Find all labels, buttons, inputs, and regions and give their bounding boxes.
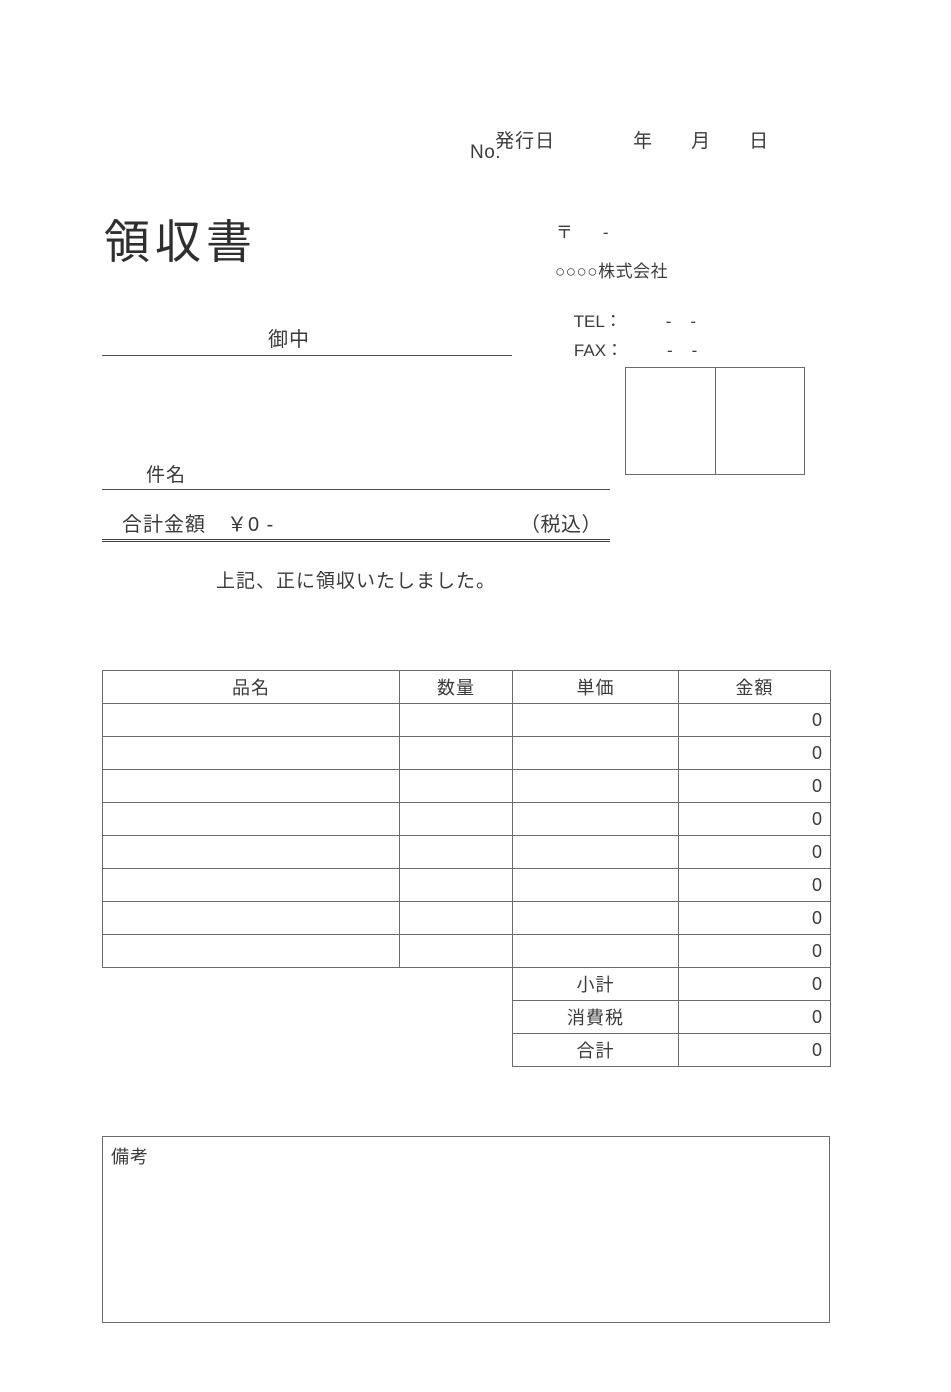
table-row: 0 bbox=[102, 835, 831, 869]
spacer-cell bbox=[400, 1001, 513, 1034]
table-row: 0 bbox=[102, 736, 831, 770]
cell-item-name[interactable] bbox=[102, 934, 400, 968]
cell-item-name[interactable] bbox=[102, 901, 400, 935]
subject-field[interactable]: 件名 bbox=[102, 455, 610, 490]
cell-item-price[interactable] bbox=[512, 934, 679, 968]
table-row: 0 bbox=[102, 769, 831, 803]
column-header-amount: 金額 bbox=[678, 670, 831, 704]
cell-item-price[interactable] bbox=[512, 868, 679, 902]
summary-row-total: 合計 0 bbox=[103, 1033, 831, 1067]
month-label: 月 bbox=[691, 131, 712, 152]
cell-item-qty[interactable] bbox=[399, 835, 513, 869]
stamp-cell-left[interactable] bbox=[626, 368, 715, 474]
summary-label-total: 合計 bbox=[512, 1033, 679, 1067]
tax-inclusive-note: （税込） bbox=[520, 514, 602, 536]
page-title: 領収書 bbox=[104, 216, 257, 268]
postal-mark-icon: 〒 bbox=[555, 223, 573, 242]
cell-item-amount: 0 bbox=[678, 703, 831, 737]
addressee-field[interactable]: 御中 bbox=[102, 318, 512, 356]
table-row: 0 bbox=[102, 901, 831, 935]
total-amount-label: 合計金額 bbox=[122, 514, 206, 536]
table-row: 0 bbox=[102, 802, 831, 836]
cell-item-name[interactable] bbox=[102, 769, 400, 803]
total-amount-value: ￥0 - bbox=[227, 514, 275, 536]
year-label: 年 bbox=[633, 131, 654, 152]
column-header-price: 単価 bbox=[512, 670, 679, 704]
subject-label: 件名 bbox=[146, 465, 187, 486]
cell-item-amount: 0 bbox=[678, 736, 831, 770]
spacer-cell bbox=[400, 968, 513, 1001]
cell-item-amount: 0 bbox=[678, 868, 831, 902]
summary-amount-subtotal: 0 bbox=[678, 967, 831, 1001]
summary-amount-tax: 0 bbox=[678, 1000, 831, 1034]
stamp-box bbox=[625, 367, 805, 475]
postal-separator: - bbox=[602, 223, 609, 242]
day-label: 日 bbox=[749, 131, 770, 152]
total-amount-label-value: 合計金額 ￥0 - bbox=[122, 508, 274, 537]
remarks-box[interactable]: 備考 bbox=[102, 1136, 830, 1323]
column-header-name: 品名 bbox=[102, 670, 400, 704]
stamp-cell-right[interactable] bbox=[715, 368, 804, 474]
cell-item-price[interactable] bbox=[512, 736, 679, 770]
cell-item-name[interactable] bbox=[102, 868, 400, 902]
spacer-cell bbox=[103, 1034, 400, 1067]
table-row: 0 bbox=[102, 868, 831, 902]
cell-item-price[interactable] bbox=[512, 901, 679, 935]
summary-row-tax: 消費税 0 bbox=[103, 1000, 831, 1034]
spacer-cell bbox=[400, 1034, 513, 1067]
issue-date-label: 発行日 bbox=[495, 131, 556, 152]
cell-item-amount: 0 bbox=[678, 769, 831, 803]
fax-value: - - bbox=[667, 341, 698, 360]
spacer-cell bbox=[103, 968, 400, 1001]
summary-label-tax: 消費税 bbox=[512, 1000, 679, 1034]
cell-item-amount: 0 bbox=[678, 835, 831, 869]
cell-item-price[interactable] bbox=[512, 802, 679, 836]
remarks-label: 備考 bbox=[111, 1147, 149, 1167]
cell-item-qty[interactable] bbox=[399, 703, 513, 737]
cell-item-name[interactable] bbox=[102, 835, 400, 869]
cell-item-amount: 0 bbox=[678, 934, 831, 968]
table-header-row: 品名 数量 単価 金額 bbox=[102, 670, 831, 704]
cell-item-amount: 0 bbox=[678, 802, 831, 836]
addressee-label: 御中 bbox=[268, 329, 310, 351]
table-row: 0 bbox=[102, 934, 831, 968]
cell-item-qty[interactable] bbox=[399, 868, 513, 902]
spacer-cell bbox=[103, 1001, 400, 1034]
cell-item-price[interactable] bbox=[512, 769, 679, 803]
receipt-document: 発行日年月日 No. 領収書 〒 - ○○○○株式会社 TEL： - - FAX： -… bbox=[0, 0, 951, 1392]
cell-item-name[interactable] bbox=[102, 802, 400, 836]
table-row: 0 bbox=[102, 703, 831, 737]
cell-item-qty[interactable] bbox=[399, 736, 513, 770]
cell-item-qty[interactable] bbox=[399, 769, 513, 803]
summary-label-subtotal: 小計 bbox=[512, 967, 679, 1001]
total-amount-row: 合計金額 ￥0 - （税込） bbox=[102, 506, 610, 542]
summary-row-subtotal: 小計 0 bbox=[103, 967, 831, 1001]
document-number-label: No. bbox=[470, 142, 502, 163]
cell-item-qty[interactable] bbox=[399, 934, 513, 968]
fax-label: FAX： bbox=[573, 341, 624, 360]
cell-item-name[interactable] bbox=[102, 703, 400, 737]
postal-code-row: 〒 - bbox=[537, 198, 609, 263]
cell-item-qty[interactable] bbox=[399, 802, 513, 836]
items-table: 品名 数量 単価 金額 0 0 0 0 0 0 0 0 小計 0 消費税 0 合… bbox=[102, 670, 831, 1067]
issue-date-row: 発行日 年 月 日 bbox=[470, 104, 769, 175]
cell-item-amount: 0 bbox=[678, 901, 831, 935]
cell-item-price[interactable] bbox=[512, 835, 679, 869]
receipt-confirmation-note: 上記、正に領収いたしました。 bbox=[215, 571, 496, 592]
cell-item-qty[interactable] bbox=[399, 901, 513, 935]
issuer-company-name: ○○○○株式会社 bbox=[555, 262, 669, 281]
cell-item-price[interactable] bbox=[512, 703, 679, 737]
summary-amount-total: 0 bbox=[678, 1033, 831, 1067]
cell-item-name[interactable] bbox=[102, 736, 400, 770]
column-header-qty: 数量 bbox=[399, 670, 513, 704]
